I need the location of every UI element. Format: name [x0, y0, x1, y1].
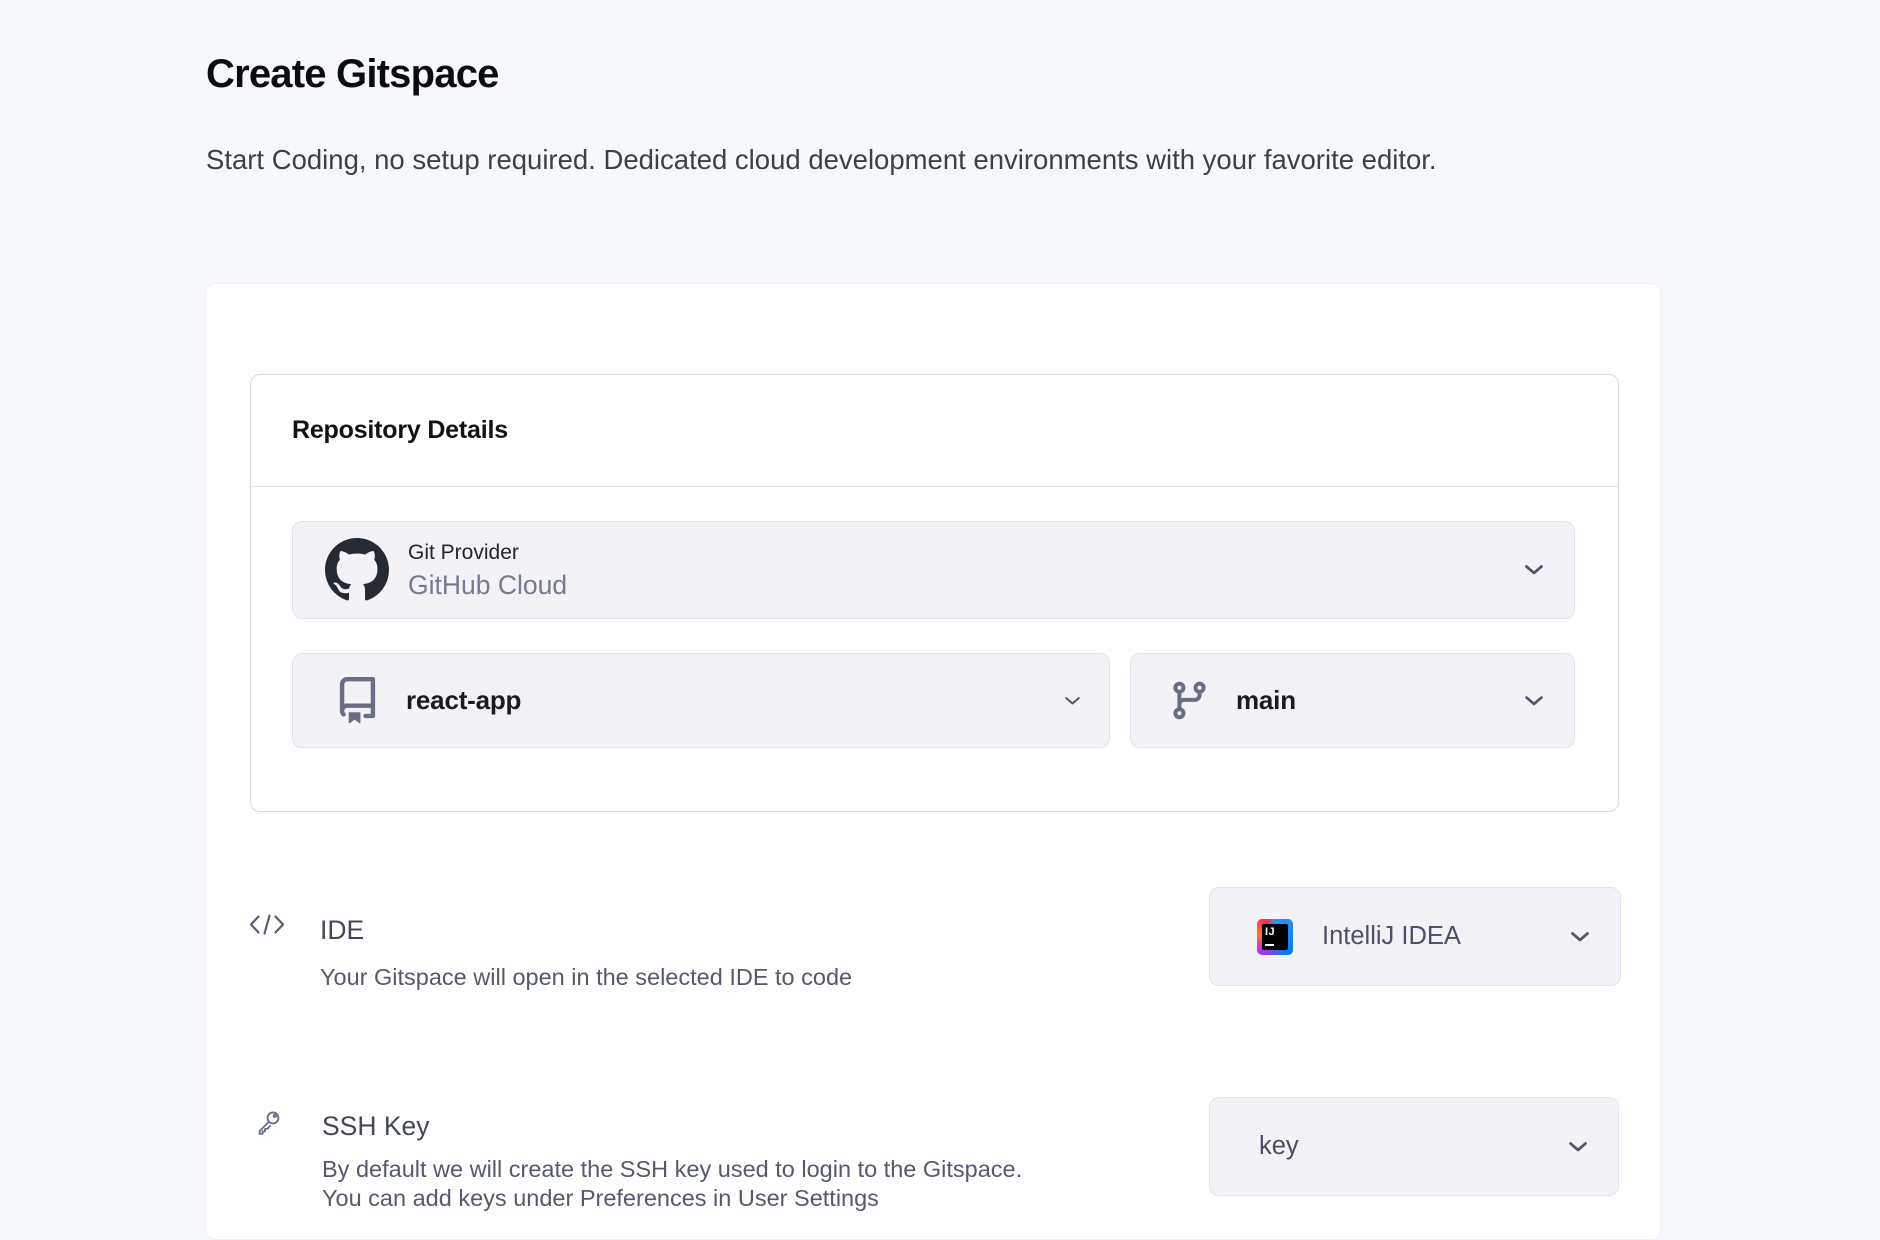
ide-description: Your Gitspace will open in the selected …	[320, 962, 852, 993]
git-branch-icon	[1168, 678, 1211, 723]
intellij-underscore	[1265, 944, 1274, 947]
git-provider-texts: Git Provider GitHub Cloud	[408, 540, 567, 601]
create-gitspace-card: Repository Details Git Provider GitHub C…	[205, 283, 1661, 1240]
chevron-down-icon	[1570, 931, 1590, 943]
repository-details-heading: Repository Details	[292, 416, 508, 445]
branch-value: main	[1236, 685, 1296, 716]
ssh-key-description: By default we will create the SSH key us…	[322, 1155, 1022, 1213]
ide-select[interactable]: IJ IntelliJ IDEA	[1209, 887, 1621, 986]
ssh-key-select[interactable]: key	[1209, 1097, 1619, 1196]
repository-select[interactable]: react-app	[292, 653, 1110, 748]
key-icon	[252, 1108, 283, 1144]
branch-select[interactable]: main	[1130, 653, 1575, 748]
repository-details-header: Repository Details	[251, 375, 1618, 487]
ide-label: IDE	[320, 915, 364, 945]
repo-branch-row: react-app main	[292, 653, 1575, 748]
repo-book-icon	[334, 677, 381, 724]
intellij-monogram: IJ	[1265, 926, 1275, 938]
intellij-idea-logo-icon: IJ	[1257, 919, 1293, 955]
ssh-key-label: SSH Key	[322, 1111, 430, 1141]
intellij-logo-inner: IJ	[1262, 924, 1288, 950]
git-provider-select[interactable]: Git Provider GitHub Cloud	[292, 521, 1575, 619]
git-provider-label: Git Provider	[408, 540, 567, 566]
chevron-down-icon	[1524, 695, 1544, 707]
code-icon	[248, 914, 286, 940]
github-logo-icon	[325, 538, 389, 602]
ssh-key-description-line2: You can add keys under Preferences in Us…	[322, 1184, 1022, 1213]
repository-details-section: Repository Details Git Provider GitHub C…	[250, 374, 1619, 812]
ide-value: IntelliJ IDEA	[1322, 922, 1461, 951]
ssh-key-value: key	[1259, 1132, 1299, 1161]
page-subtitle: Start Coding, no setup required. Dedicat…	[206, 138, 1441, 182]
chevron-down-icon	[1568, 1141, 1588, 1153]
chevron-down-icon	[1064, 696, 1081, 706]
git-provider-value: GitHub Cloud	[408, 569, 567, 601]
page-title: Create Gitspace	[206, 50, 499, 98]
repository-details-body: Git Provider GitHub Cloud react-app	[251, 487, 1618, 748]
chevron-down-icon	[1524, 564, 1544, 576]
ssh-key-description-line1: By default we will create the SSH key us…	[322, 1155, 1022, 1184]
repository-value: react-app	[406, 685, 521, 716]
